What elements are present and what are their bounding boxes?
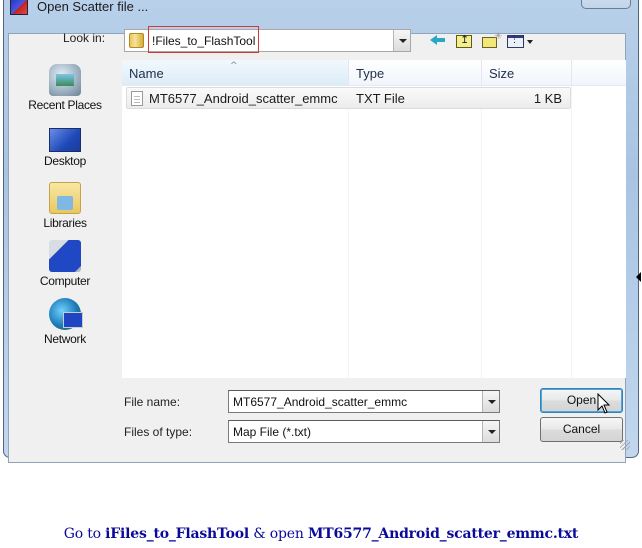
close-icon: ✕ [601, 0, 611, 4]
column-header-name[interactable]: Name ^ [122, 60, 349, 86]
text-file-icon [131, 91, 143, 106]
file-type-dropdown[interactable]: Map File (*.txt) [228, 420, 500, 443]
caption-file: MT6577_Android_scatter_emmc.txt [307, 526, 579, 542]
places-bar: Recent Places Desktop Libraries Computer… [9, 58, 119, 378]
file-name-label: File name: [124, 395, 181, 409]
file-type: TXT File [356, 91, 405, 106]
caption-middle: & open [249, 526, 308, 542]
instruction-caption: Go to iFiles_to_FlashTool & open MT6577_… [0, 526, 642, 542]
chevron-down-icon[interactable] [393, 30, 410, 51]
up-one-level-icon[interactable] [455, 31, 473, 49]
libraries-icon [49, 182, 81, 214]
chevron-down-icon[interactable] [482, 391, 499, 412]
folder-icon [129, 33, 144, 48]
file-list[interactable]: Name ^ Type Size MT6577_Android_scatter_… [122, 60, 626, 378]
computer-icon [49, 240, 81, 272]
mouse-cursor-icon [597, 393, 611, 414]
column-divider [571, 86, 572, 378]
sidebar-item-libraries[interactable]: Libraries [9, 182, 121, 230]
file-row[interactable]: MT6577_Android_scatter_emmc TXT File 1 K… [126, 87, 571, 109]
cancel-button[interactable]: Cancel [540, 417, 623, 442]
column-header-filler [572, 60, 626, 86]
file-name-input[interactable]: MT6577_Android_scatter_emmc [228, 390, 500, 413]
sidebar-item-label: Network [44, 332, 86, 346]
pointer-arrow-icon [636, 272, 641, 282]
caption-prefix: Go to [63, 526, 106, 542]
sidebar-item-computer[interactable]: Computer [9, 240, 121, 288]
highlight-annotation [148, 26, 259, 53]
new-folder-icon[interactable]: ✳ [481, 31, 502, 49]
sidebar-item-label: Desktop [44, 154, 86, 168]
title-bar[interactable]: Open Scatter file ... ✕ [4, 0, 638, 17]
column-header-type[interactable]: Type [349, 60, 482, 86]
column-divider [348, 86, 349, 378]
file-name: MT6577_Android_scatter_emmc [149, 91, 338, 106]
resize-grip-icon[interactable] [620, 440, 630, 450]
sidebar-item-label: Libraries [43, 216, 87, 230]
network-icon [49, 298, 83, 330]
file-type-label: Files of type: [124, 425, 193, 439]
back-icon[interactable] [430, 31, 446, 49]
desktop-icon [49, 128, 81, 152]
sort-ascending-icon: ^ [230, 61, 238, 71]
sidebar-item-desktop[interactable]: Desktop [9, 124, 121, 168]
column-label: Name [129, 66, 164, 81]
column-label: Type [356, 66, 385, 81]
sidebar-item-label: Computer [39, 274, 91, 288]
app-icon [10, 0, 28, 15]
chevron-down-icon[interactable] [482, 421, 499, 442]
caption-folder: iFiles_to_FlashTool [105, 526, 250, 542]
close-button[interactable]: ✕ [581, 0, 631, 9]
file-size: 1 KB [533, 91, 562, 106]
window-title: Open Scatter file ... [37, 0, 149, 14]
look-in-label: Look in: [63, 31, 106, 45]
sidebar-item-recent-places[interactable]: Recent Places [9, 64, 121, 112]
sidebar-item-label: Recent Places [28, 98, 102, 112]
column-header-size[interactable]: Size [482, 60, 572, 86]
file-name-value: MT6577_Android_scatter_emmc [233, 395, 408, 409]
recent-places-icon [49, 64, 81, 96]
sidebar-item-network[interactable]: Network [9, 298, 121, 346]
column-divider [481, 86, 482, 378]
file-type-value: Map File (*.txt) [233, 425, 312, 439]
view-menu-icon[interactable] [507, 31, 535, 49]
column-label: Size [489, 66, 515, 81]
